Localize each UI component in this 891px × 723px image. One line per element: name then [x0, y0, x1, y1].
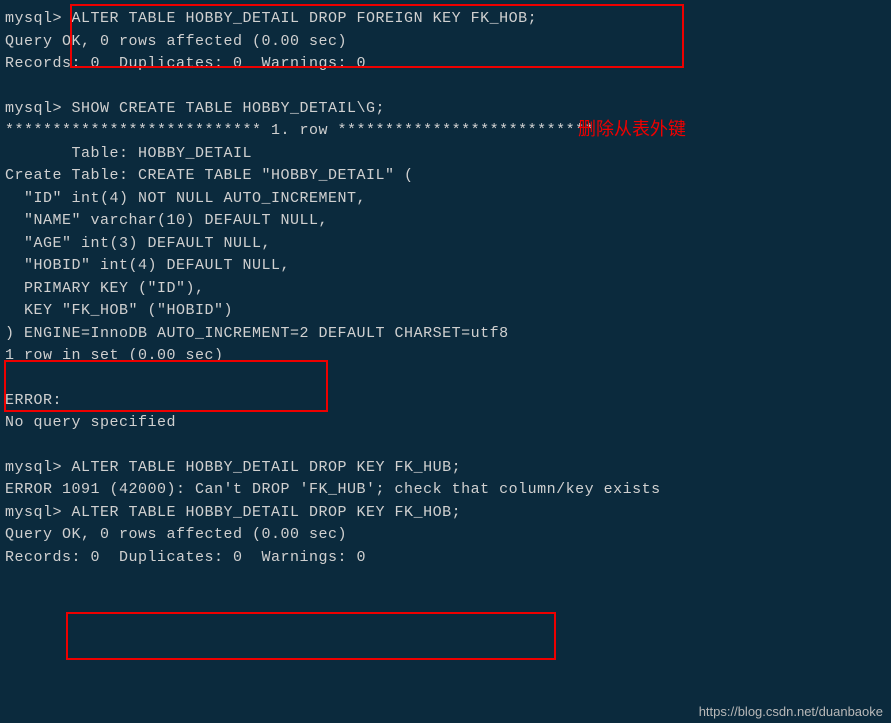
terminal-line: 1 row in set (0.00 sec) [5, 345, 891, 368]
terminal-line: "ID" int(4) NOT NULL AUTO_INCREMENT, [5, 188, 891, 211]
terminal-line: KEY "FK_HOB" ("HOBID") [5, 300, 891, 323]
terminal-line: "NAME" varchar(10) DEFAULT NULL, [5, 210, 891, 233]
terminal-line: Records: 0 Duplicates: 0 Warnings: 0 [5, 53, 891, 76]
terminal-line: mysql> ALTER TABLE HOBBY_DETAIL DROP KEY… [5, 457, 891, 480]
terminal-line: Table: HOBBY_DETAIL [5, 143, 891, 166]
terminal-line: mysql> ALTER TABLE HOBBY_DETAIL DROP FOR… [5, 8, 891, 31]
terminal-line: *************************** 1. row *****… [5, 120, 891, 143]
terminal-output[interactable]: mysql> ALTER TABLE HOBBY_DETAIL DROP FOR… [5, 8, 891, 569]
terminal-empty-line [5, 368, 891, 390]
terminal-empty-line [5, 435, 891, 457]
terminal-empty-line [5, 76, 891, 98]
watermark: https://blog.csdn.net/duanbaoke [699, 702, 883, 722]
terminal-line: Records: 0 Duplicates: 0 Warnings: 0 [5, 547, 891, 570]
terminal-line: mysql> SHOW CREATE TABLE HOBBY_DETAIL\G; [5, 98, 891, 121]
terminal-line: No query specified [5, 412, 891, 435]
terminal-line: "HOBID" int(4) DEFAULT NULL, [5, 255, 891, 278]
terminal-line: Query OK, 0 rows affected (0.00 sec) [5, 31, 891, 54]
terminal-line: Query OK, 0 rows affected (0.00 sec) [5, 524, 891, 547]
terminal-line: Create Table: CREATE TABLE "HOBBY_DETAIL… [5, 165, 891, 188]
terminal-line: ERROR: [5, 390, 891, 413]
highlight-box-3 [66, 612, 556, 660]
terminal-line: ) ENGINE=InnoDB AUTO_INCREMENT=2 DEFAULT… [5, 323, 891, 346]
terminal-line: PRIMARY KEY ("ID"), [5, 278, 891, 301]
terminal-line: ERROR 1091 (42000): Can't DROP 'FK_HUB';… [5, 479, 891, 502]
annotation-delete-foreign-key: 删除从表外键 [578, 116, 686, 143]
terminal-line: "AGE" int(3) DEFAULT NULL, [5, 233, 891, 256]
terminal-line: mysql> ALTER TABLE HOBBY_DETAIL DROP KEY… [5, 502, 891, 525]
